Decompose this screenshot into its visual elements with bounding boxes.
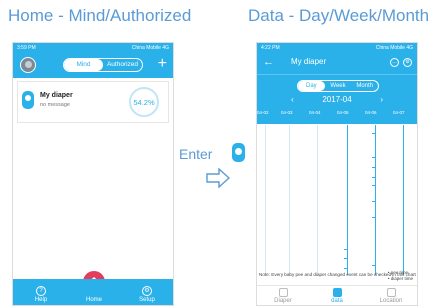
event-tick: [372, 201, 376, 202]
help-icon: ?: [36, 286, 46, 296]
humidity-percent: 54.2%: [133, 97, 155, 107]
tab-data[interactable]: data: [317, 288, 357, 304]
segment-authorized[interactable]: Authorized: [103, 59, 142, 71]
tab-setup[interactable]: ⚙ Setup: [127, 286, 167, 303]
next-month-icon[interactable]: ›: [380, 95, 383, 105]
location-pin-icon: [386, 288, 396, 297]
status-carrier: China Mobile 4G: [375, 44, 413, 51]
data-section-heading: Data - Day/Week/Month: [248, 6, 430, 25]
month-selector: ‹ 2017-04 ›: [257, 95, 417, 105]
home-tab-bar: ? Help Home ⚙ Setup: [13, 279, 173, 305]
diaper-sensor-icon: [22, 91, 34, 109]
data-phone-screen: 4:22 PM China Mobile 4G ← My diaper … ⚙ …: [256, 42, 418, 306]
date-label: 04-07: [393, 110, 405, 115]
event-tick: [372, 265, 376, 266]
mind-authorized-toggle: Mind Authorized: [63, 58, 143, 72]
tab-data-label: data: [331, 298, 343, 304]
right-arrow-icon: [206, 168, 230, 188]
segment-mind[interactable]: Mind: [64, 59, 103, 71]
day-gridline: [403, 125, 404, 275]
current-month: 2017-04: [322, 95, 352, 104]
status-bar: 4:22 PM China Mobile 4G: [257, 43, 417, 52]
data-header: ← My diaper … ⚙: [257, 52, 417, 74]
day-gridline: [317, 125, 318, 275]
tab-location-label: Location: [379, 298, 403, 304]
tab-diaper[interactable]: Diaper: [263, 288, 303, 304]
humidity-ring: 54.2%: [129, 87, 159, 117]
home-section-heading: Home - Mind/Authorized: [8, 6, 192, 25]
device-card[interactable]: My diaper no message 54.2%: [17, 81, 169, 123]
status-bar: 3:59 PM China Mobile 4G: [13, 43, 173, 52]
avatar[interactable]: [20, 57, 36, 73]
date-label: 04-03: [281, 110, 293, 115]
status-carrier: China Mobile 4G: [131, 44, 169, 51]
date-label: 04-04: [309, 110, 321, 115]
event-tick: [372, 217, 376, 218]
home-phone-screen: 3:59 PM China Mobile 4G Mind Authorized …: [12, 42, 174, 306]
period-toggle: Day Week Month: [297, 80, 379, 92]
event-tick: [372, 157, 376, 158]
day-gridline: [375, 125, 376, 275]
period-band: Day Week Month ‹ 2017-04 › 04-02 04-03 0…: [257, 74, 417, 124]
device-message: no message: [40, 102, 70, 108]
event-tick: [344, 249, 348, 250]
status-time: 3:59 PM: [17, 44, 36, 51]
segment-week[interactable]: Week: [325, 81, 352, 91]
day-gridline: [265, 125, 266, 275]
chart-icon: [332, 288, 342, 297]
add-device-icon[interactable]: +: [158, 55, 167, 73]
diaper-icon: [278, 288, 288, 297]
event-tick: [372, 177, 376, 178]
tab-home-label: Home: [85, 297, 102, 303]
tab-location[interactable]: Location: [371, 288, 411, 304]
segment-day[interactable]: Day: [298, 81, 325, 91]
enter-label: Enter: [179, 146, 213, 162]
tab-help[interactable]: ? Help: [21, 286, 61, 303]
segment-month[interactable]: Month: [351, 81, 378, 91]
event-timeline-chart: [257, 125, 417, 275]
gear-icon: ⚙: [142, 286, 152, 296]
home-header: Mind Authorized +: [13, 52, 173, 78]
diaper-sensor-icon: [232, 143, 245, 162]
back-arrow-icon[interactable]: ←: [263, 55, 274, 69]
message-icon[interactable]: …: [390, 58, 399, 67]
event-tick: [372, 133, 376, 134]
tab-diaper-label: Diaper: [274, 298, 292, 304]
tab-setup-label: Setup: [139, 297, 155, 303]
date-label: 04-02: [257, 110, 269, 115]
device-name: My diaper: [40, 92, 73, 99]
event-tick: [344, 268, 348, 269]
event-tick: [344, 258, 348, 259]
day-gridline: [347, 125, 348, 275]
event-tick: [372, 167, 376, 168]
date-label: 04-05: [337, 110, 349, 115]
legend-diaper: • diaper time: [387, 275, 413, 281]
status-time: 4:22 PM: [261, 44, 280, 51]
day-gridline: [289, 125, 290, 275]
date-label: 04-06: [365, 110, 377, 115]
page-title: My diaper: [291, 57, 327, 66]
event-tick: [372, 185, 376, 186]
tab-home[interactable]: Home: [74, 297, 114, 303]
settings-icon[interactable]: ⚙: [403, 58, 412, 67]
data-tab-bar: Diaper data Location: [257, 285, 417, 305]
chart-legend: • pee time • diaper time: [388, 270, 413, 281]
tab-help-label: Help: [34, 297, 48, 303]
date-axis: 04-02 04-03 04-04 04-05 04-06 04-07: [257, 110, 417, 118]
